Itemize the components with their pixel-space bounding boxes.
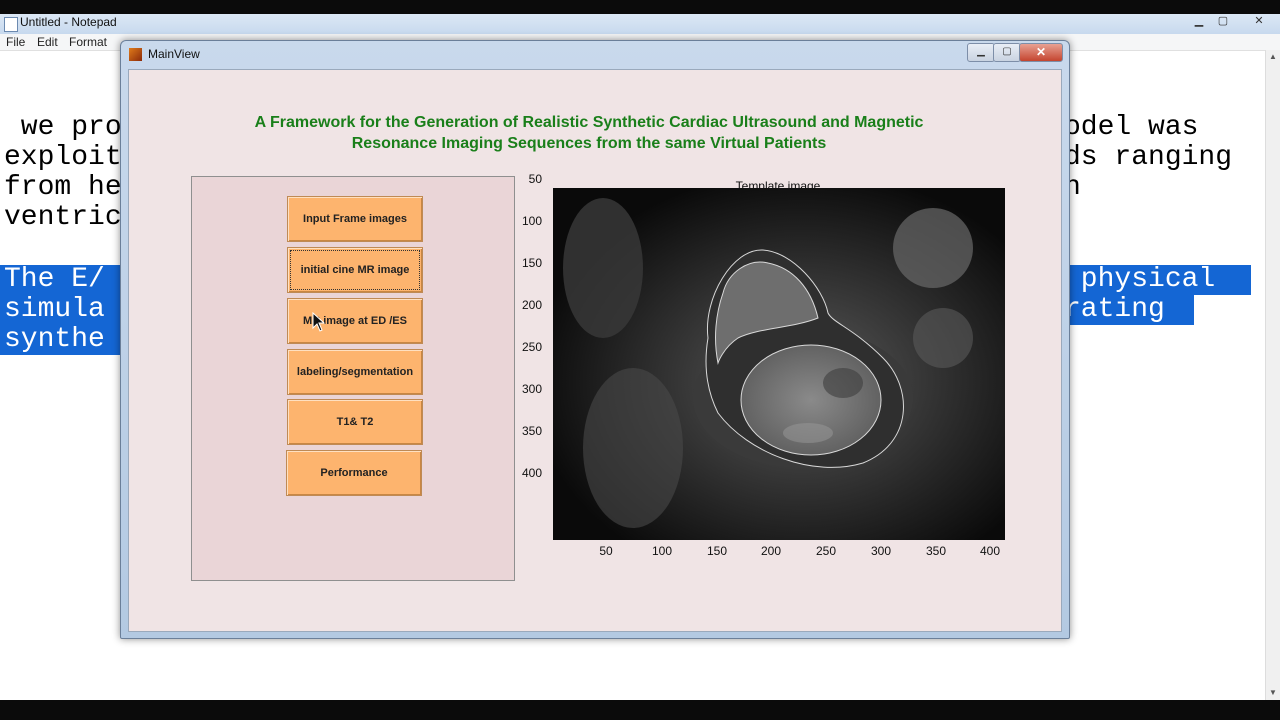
app-heading: A Framework for the Generation of Realis… [189,112,989,154]
mainview-client-area: A Framework for the Generation of Realis… [128,69,1062,632]
notepad-titlebar[interactable]: Untitled - Notepad ▁ ▢ ✕ [0,14,1280,34]
x-tick-350: 350 [925,544,947,558]
x-tick-150: 150 [706,544,728,558]
y-tick-100: 100 [521,214,542,228]
notepad-line-4-left: ventric [4,202,122,233]
scroll-up-icon[interactable]: ▲ [1266,50,1280,64]
notepad-line-2-right: ds ranging [1064,142,1233,173]
y-tick-150: 150 [521,256,542,270]
t1-t2-button[interactable]: T1& T2 [287,399,423,445]
notepad-selected-line-3-left: synthe [0,325,124,355]
x-tick-250: 250 [815,544,837,558]
notepad-icon [4,17,18,32]
close-icon[interactable]: ✕ [1248,14,1270,27]
y-tick-300: 300 [521,382,542,396]
x-tick-400: 400 [979,544,1001,558]
x-tick-50: 50 [599,544,613,558]
button-panel: Input Frame images initial cine MR image… [191,176,515,581]
labeling-segmentation-button[interactable]: labeling/segmentation [287,349,423,395]
screen-top-bar [0,0,1280,14]
mainview-close-icon[interactable]: ✕ [1019,43,1063,62]
app-heading-line-2: Resonance Imaging Sequences from the sam… [351,135,827,152]
y-tick-400: 400 [521,466,542,480]
initial-cine-mr-image-button[interactable]: initial cine MR image [287,247,423,293]
mainview-minimize-icon[interactable]: ▁ [967,43,995,62]
scroll-down-icon[interactable]: ▼ [1266,686,1280,700]
notepad-selected-line-2-right: rating [1064,295,1194,325]
y-tick-250: 250 [521,340,542,354]
minimize-icon[interactable]: ▁ [1188,14,1210,27]
app-heading-line-1: A Framework for the Generation of Realis… [254,114,924,131]
cardiac-mri-image [553,188,1005,540]
notepad-line-1-left: we pro [4,112,122,143]
notepad-selected-line-1-right: physical [1064,265,1251,295]
mainview-window: MainView ▁ ▢ ✕ A Framework for the Gener… [120,40,1070,639]
menu-file[interactable]: File [6,35,25,49]
y-tick-50: 50 [528,172,542,186]
notepad-line-1-right: odel was [1064,112,1199,143]
maximize-icon[interactable]: ▢ [1212,14,1234,27]
notepad-title: Untitled - Notepad [20,15,117,29]
x-tick-200: 200 [760,544,782,558]
notepad-scrollbar[interactable]: ▲ ▼ [1265,50,1280,700]
matlab-icon [129,48,142,61]
input-frame-images-button[interactable]: Input Frame images [287,196,423,242]
screen-bottom-bar [0,700,1280,720]
performance-button[interactable]: Performance [286,450,422,496]
menu-format[interactable]: Format [69,35,107,49]
notepad-line-3-left: from he [4,172,122,203]
mr-image-ed-es-button[interactable]: MR image at ED /ES [287,298,423,344]
menu-edit[interactable]: Edit [37,35,58,49]
x-tick-300: 300 [870,544,892,558]
mainview-maximize-icon[interactable]: ▢ [993,43,1021,62]
mainview-title: MainView [148,47,200,61]
template-image-plot[interactable] [553,188,1005,540]
y-tick-350: 350 [521,424,542,438]
notepad-selected-line-2-left: simula [0,295,124,325]
notepad-line-2-left: exploit [4,142,122,173]
notepad-selected-line-1-left: The E/ [0,265,124,295]
mouse-cursor-icon [312,312,326,332]
y-tick-200: 200 [521,298,542,312]
x-tick-100: 100 [651,544,673,558]
